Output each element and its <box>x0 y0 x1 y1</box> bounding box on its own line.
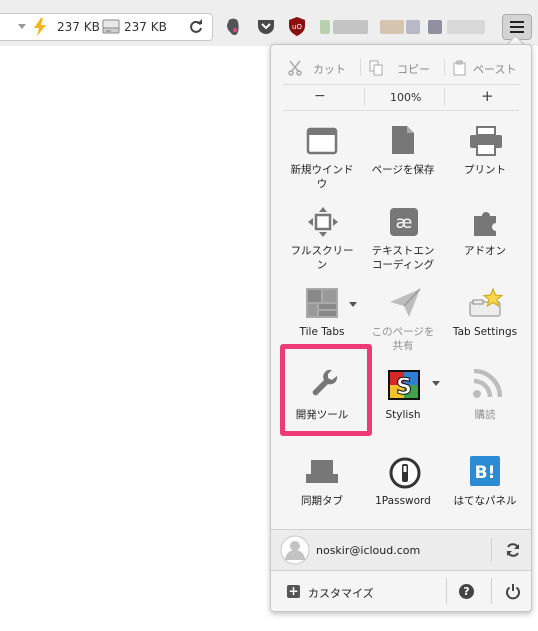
hatena-label[interactable]: はてなパネル <box>440 494 530 508</box>
devtools-highlight <box>280 344 372 436</box>
tile-tabs-label[interactable]: Tile Tabs <box>277 325 367 339</box>
paste-icon[interactable] <box>453 60 466 76</box>
subscribe-label: 購読 <box>474 409 496 421</box>
new-window-icon[interactable] <box>306 127 338 155</box>
svg-text:S: S <box>396 375 412 400</box>
browser-toolbar: 237 KB 237 KB uO <box>0 0 538 46</box>
divider <box>364 88 365 106</box>
copy-icon[interactable] <box>369 60 383 76</box>
customize-plus-icon[interactable]: + <box>287 585 300 598</box>
upload-size: 237 KB <box>124 20 167 34</box>
evernote-icon[interactable] <box>225 17 241 37</box>
stylish-icon[interactable]: S <box>387 369 421 401</box>
power-icon[interactable] <box>505 583 521 600</box>
zoom-in-button[interactable]: + <box>481 87 494 105</box>
tab-settings-icon[interactable] <box>469 288 503 318</box>
share-icon <box>390 288 421 317</box>
hatena-icon[interactable]: B! <box>469 455 501 487</box>
synced-tabs-label[interactable]: 同期タブ <box>277 494 367 508</box>
1password-label[interactable]: 1Password <box>358 494 448 508</box>
divider <box>491 578 492 604</box>
print-icon[interactable] <box>469 126 503 156</box>
tile-tabs-dropdown-arrow-icon[interactable] <box>349 302 357 307</box>
extension-icon[interactable] <box>320 20 330 34</box>
divider <box>360 58 361 76</box>
zoom-level[interactable]: 100% <box>390 91 421 104</box>
extension-icon[interactable] <box>406 20 420 34</box>
zoom-row-top-border <box>283 84 519 85</box>
addons-icon[interactable] <box>470 206 502 238</box>
download-size: 237 KB <box>57 20 100 34</box>
cut-button[interactable]: カット <box>313 61 346 77</box>
help-icon[interactable]: ? <box>459 584 474 599</box>
extension-icon[interactable] <box>380 20 404 34</box>
divider <box>446 578 447 604</box>
synced-tabs-icon[interactable] <box>305 458 339 484</box>
fullscreen-label[interactable]: フルスクリー ン <box>277 244 367 272</box>
tab-settings-label[interactable]: Tab Settings <box>440 325 530 339</box>
extension-icon[interactable] <box>428 20 442 34</box>
sync-icon[interactable] <box>505 542 521 558</box>
svg-text:æ: æ <box>396 213 413 233</box>
divider <box>444 58 445 76</box>
zoom-row-bottom-border <box>283 110 519 111</box>
ublock-icon[interactable]: uO <box>289 17 305 36</box>
account-email[interactable]: noskir@icloud.com <box>316 544 420 557</box>
save-page-icon[interactable] <box>391 125 415 155</box>
print-label[interactable]: プリント <box>440 163 530 177</box>
paste-button[interactable]: ペースト <box>473 61 516 77</box>
save-page-label[interactable]: ページを保存 <box>358 163 448 177</box>
dropdown-arrow-icon[interactable] <box>18 24 26 29</box>
text-encoding-label[interactable]: テキストエン コーディング <box>358 244 448 272</box>
text-encoding-icon[interactable]: æ <box>389 207 419 237</box>
footer-top-border <box>271 570 531 571</box>
pocket-icon[interactable] <box>257 18 275 35</box>
divider <box>444 88 445 106</box>
stylish-dropdown-arrow-icon[interactable] <box>432 381 440 386</box>
addons-label[interactable]: アドオン <box>440 244 530 258</box>
drive-icon <box>102 19 120 34</box>
new-window-label[interactable]: 新規ウインド ウ <box>277 163 367 191</box>
svg-text:uO: uO <box>292 23 302 31</box>
avatar[interactable] <box>280 535 310 565</box>
copy-button[interactable]: コピー <box>397 61 430 77</box>
zoom-out-button[interactable]: − <box>314 88 326 104</box>
lightning-icon <box>34 18 46 36</box>
customize-button[interactable]: カスタマイズ <box>308 585 374 601</box>
divider <box>491 538 492 562</box>
extension-icon[interactable] <box>333 20 368 34</box>
cut-icon[interactable] <box>288 60 302 76</box>
extension-icon[interactable] <box>447 20 485 34</box>
svg-text:B!: B! <box>475 463 496 483</box>
1password-icon[interactable] <box>389 457 421 489</box>
tile-tabs-icon[interactable] <box>305 287 339 319</box>
fullscreen-icon[interactable] <box>307 206 339 238</box>
reload-icon[interactable] <box>188 19 204 35</box>
rss-icon <box>473 369 502 398</box>
